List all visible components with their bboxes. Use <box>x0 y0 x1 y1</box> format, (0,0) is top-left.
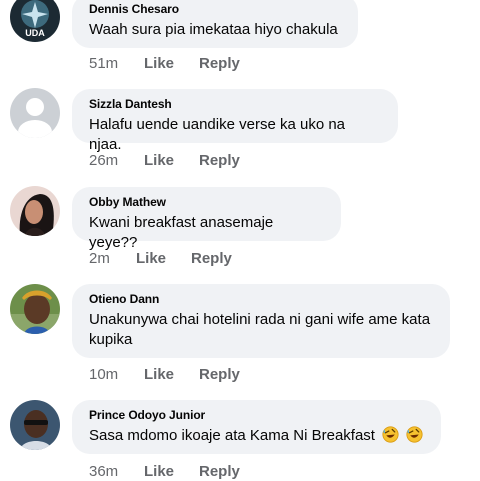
commenter-name[interactable]: Sizzla Dantesh <box>89 96 381 112</box>
comment-text: Kwani breakfast anasemaje yeye?? <box>89 214 274 251</box>
comment-timestamp[interactable]: 26m <box>89 152 118 169</box>
commenter-name[interactable]: Otieno Dann <box>89 291 433 307</box>
comment-timestamp[interactable]: 2m <box>89 250 110 267</box>
reply-button[interactable]: Reply <box>199 463 240 480</box>
avatar[interactable] <box>10 400 60 450</box>
rolling-laughing-face-icon <box>406 426 423 449</box>
reply-button[interactable]: Reply <box>199 152 240 169</box>
comment-timestamp[interactable]: 36m <box>89 463 118 480</box>
comment-bubble: Prince Odoyo Junior Sasa mdomo ikoaje at… <box>72 400 441 454</box>
comment-bubble: Otieno Dann Unakunywa chai hotelini rada… <box>72 284 450 358</box>
reply-button[interactable]: Reply <box>199 366 240 383</box>
comment-text-content: Sasa mdomo ikoaje ata Kama Ni Breakfast <box>89 427 375 444</box>
commenter-name[interactable]: Dennis Chesaro <box>89 1 341 17</box>
avatar[interactable] <box>10 186 60 236</box>
avatar[interactable] <box>10 88 60 138</box>
comment-text-line: Unakunywa chai hotelini rada ni gani wif… <box>89 311 431 328</box>
comment-text: Sasa mdomo ikoaje ata Kama Ni Breakfast <box>89 426 424 449</box>
comment-timestamp[interactable]: 10m <box>89 366 118 383</box>
comment-text-line: kupika <box>89 331 133 348</box>
comment-bubble: Dennis Chesaro Waah sura pia imekataa hi… <box>72 0 358 48</box>
like-button[interactable]: Like <box>144 463 174 480</box>
comment-text: Unakunywa chai hotelini rada ni gani wif… <box>89 310 433 350</box>
commenter-name[interactable]: Prince Odoyo Junior <box>89 407 424 423</box>
svg-text:UDA: UDA <box>25 28 45 38</box>
reply-button[interactable]: Reply <box>199 55 240 72</box>
commenter-name[interactable]: Obby Mathew <box>89 194 324 210</box>
reply-button[interactable]: Reply <box>191 250 232 267</box>
comment-timestamp[interactable]: 51m <box>89 55 118 72</box>
comment-bubble: Obby Mathew Kwani breakfast anasemaje ye… <box>72 187 341 251</box>
rolling-laughing-face-icon <box>382 426 399 449</box>
avatar[interactable] <box>10 284 60 334</box>
like-button[interactable]: Like <box>136 250 166 267</box>
like-button[interactable]: Like <box>144 152 174 169</box>
comment-text: Waah sura pia imekataa hiyo chakula <box>89 21 338 38</box>
comment-bubble: Sizzla Dantesh Halafu uende uandike vers… <box>72 89 398 153</box>
avatar[interactable]: UDA <box>10 0 60 42</box>
comment-text: Halafu uende uandike verse ka uko na nja… <box>89 116 346 153</box>
like-button[interactable]: Like <box>144 55 174 72</box>
like-button[interactable]: Like <box>144 366 174 383</box>
